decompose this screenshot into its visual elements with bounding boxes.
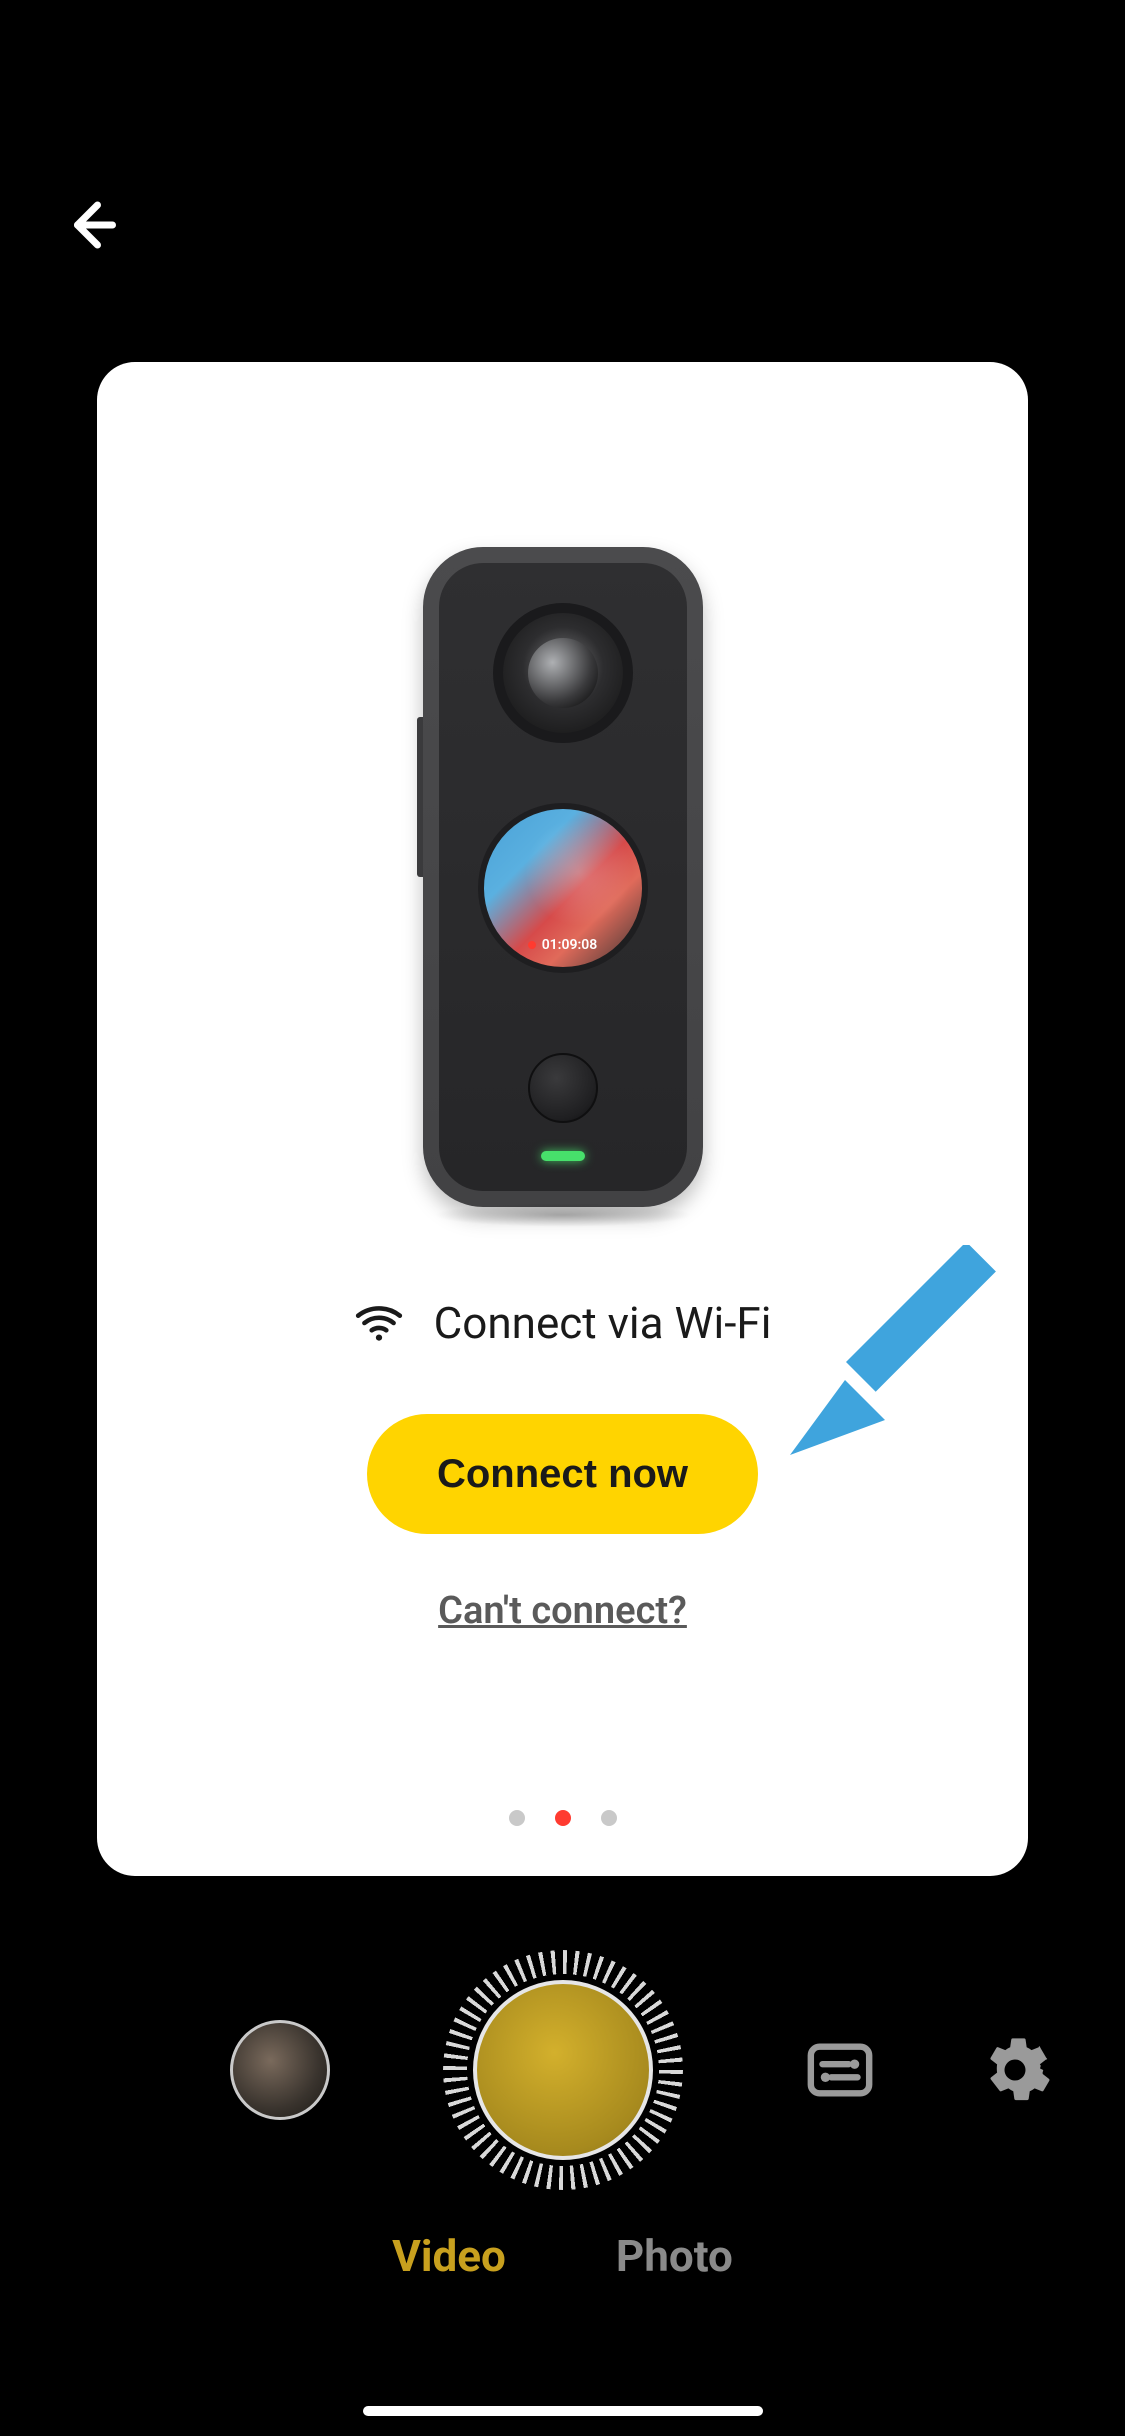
page-dot-active bbox=[555, 1810, 571, 1826]
mode-selector: Video Photo bbox=[0, 2230, 1125, 2282]
mode-video[interactable]: Video bbox=[392, 2230, 506, 2282]
sliders-icon bbox=[805, 2035, 875, 2105]
camera-shadow bbox=[433, 1203, 693, 1227]
capture-controls bbox=[0, 1940, 1125, 2200]
camera-status-led bbox=[541, 1151, 585, 1161]
back-button[interactable] bbox=[55, 190, 125, 260]
gallery-thumbnail[interactable] bbox=[230, 2020, 330, 2120]
wifi-row: Connect via Wi-Fi bbox=[354, 1297, 772, 1349]
shutter-dial-icon bbox=[443, 1950, 683, 2190]
hint-arrow-icon bbox=[770, 1245, 1000, 1479]
camera-body: 01:09:08 bbox=[423, 547, 703, 1207]
gear-icon bbox=[979, 2034, 1051, 2106]
wifi-connect-card: 01:09:08 Connect via Wi-Fi Connect now C… bbox=[97, 362, 1028, 1876]
camera-illustration: 01:09:08 bbox=[423, 547, 703, 1217]
camera-lens bbox=[493, 603, 633, 743]
wifi-icon bbox=[354, 1298, 404, 1348]
shutter-ring bbox=[443, 1950, 683, 2190]
page-indicator bbox=[509, 1810, 617, 1826]
camera-shutter-button bbox=[528, 1053, 598, 1123]
camera-timecode: 01:09:08 bbox=[528, 937, 598, 953]
wifi-label: Connect via Wi-Fi bbox=[434, 1297, 772, 1349]
adjust-button[interactable] bbox=[800, 2030, 880, 2110]
page-dot bbox=[601, 1810, 617, 1826]
page-dot bbox=[509, 1810, 525, 1826]
settings-button[interactable] bbox=[975, 2030, 1055, 2110]
connect-now-button[interactable]: Connect now bbox=[367, 1414, 758, 1534]
camera-side-button bbox=[417, 717, 423, 877]
mode-photo[interactable]: Photo bbox=[616, 2230, 733, 2282]
back-arrow-icon bbox=[60, 195, 120, 255]
home-indicator[interactable] bbox=[363, 2406, 763, 2416]
camera-inner: 01:09:08 bbox=[439, 563, 687, 1191]
camera-screen: 01:09:08 bbox=[478, 803, 648, 973]
cant-connect-link[interactable]: Can't connect? bbox=[438, 1589, 687, 1633]
